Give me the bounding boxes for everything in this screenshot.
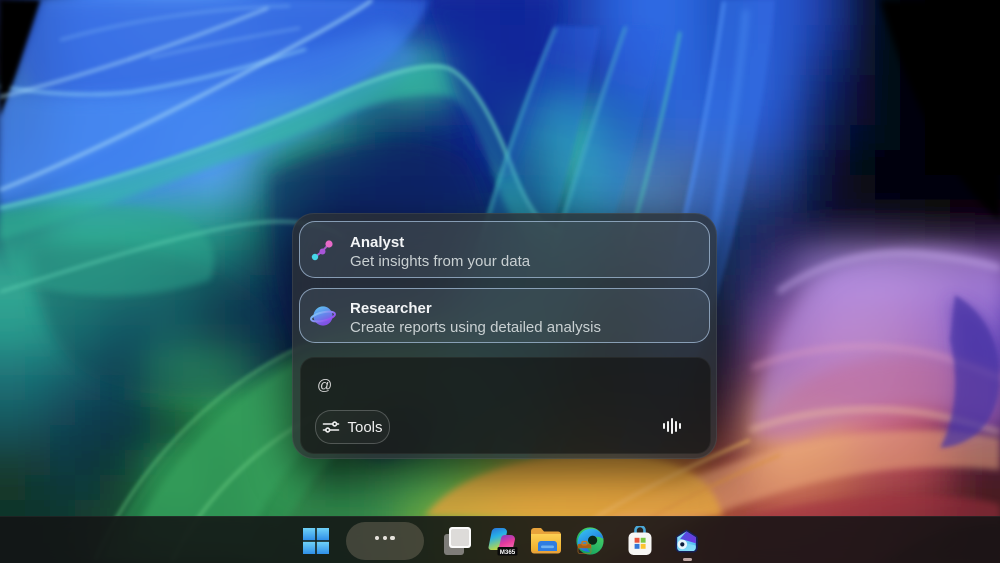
svg-text:M365: M365: [500, 549, 516, 556]
